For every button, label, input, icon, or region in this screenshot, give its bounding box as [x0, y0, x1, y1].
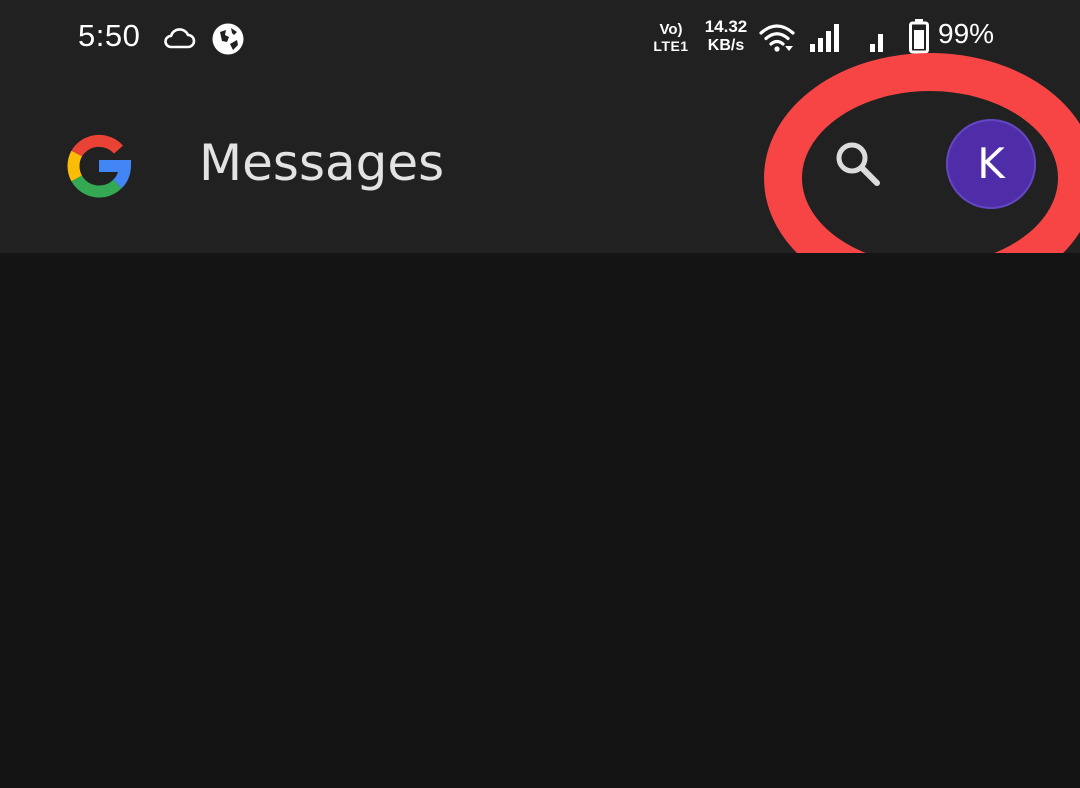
- page-title: Messages: [199, 134, 445, 192]
- vpn-icon: [212, 23, 244, 55]
- signal-icon: [870, 34, 883, 52]
- messages-screen: 5:50 Vo) LTE1 14.32 KB/s 99% Messages K: [0, 0, 1080, 788]
- network-speed-unit: KB/s: [707, 37, 745, 54]
- volte-label-top: Vo): [659, 21, 683, 38]
- status-time: 5:50: [78, 18, 141, 53]
- app-bar: Messages K: [0, 80, 1080, 253]
- volte-icon: Vo) LTE1: [652, 22, 690, 56]
- battery-icon: [909, 19, 929, 54]
- search-button[interactable]: [818, 124, 898, 204]
- account-avatar[interactable]: K: [946, 119, 1036, 209]
- network-speed: 14.32 KB/s: [699, 18, 753, 54]
- volte-label-bottom: LTE1: [653, 38, 689, 54]
- cloud-icon: [164, 28, 196, 49]
- conversation-list: [0, 253, 1080, 788]
- battery-percentage: 99%: [938, 18, 995, 49]
- signal-icon: [810, 24, 839, 52]
- google-g-logo: [67, 134, 132, 198]
- status-bar: 5:50 Vo) LTE1 14.32 KB/s 99%: [0, 0, 1080, 80]
- wifi-icon: [759, 24, 795, 52]
- search-icon: [836, 142, 880, 186]
- network-speed-value: 14.32: [704, 17, 748, 36]
- avatar-letter: K: [977, 139, 1005, 188]
